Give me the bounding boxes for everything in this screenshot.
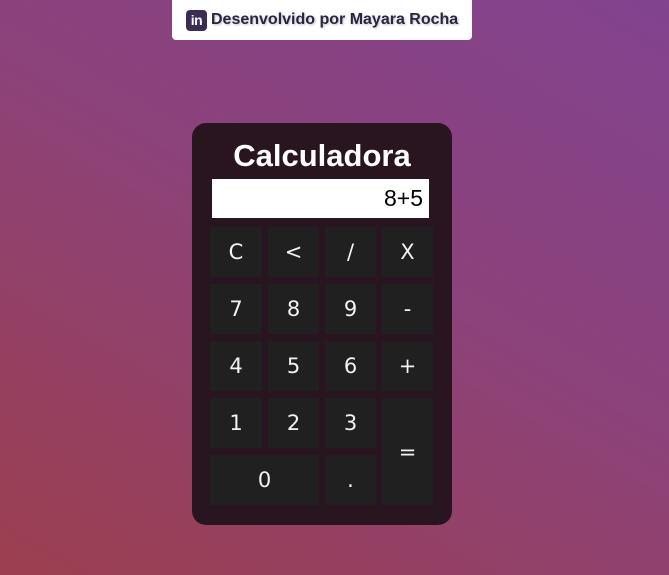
credit-text[interactable]: Desenvolvido por Mayara Rocha — [211, 11, 458, 29]
divide-button[interactable]: / — [325, 227, 376, 277]
key-7-button[interactable]: 7 — [210, 284, 262, 334]
calculator-title: Calculadora — [233, 138, 411, 173]
calculator: Calculadora 8+5 C < / X 7 8 9 - 4 5 6 + … — [192, 123, 452, 525]
plus-button[interactable]: + — [382, 341, 433, 391]
key-6-button[interactable]: 6 — [325, 341, 376, 391]
multiply-button[interactable]: X — [382, 227, 433, 277]
calculator-display: 8+5 — [212, 179, 429, 218]
backspace-button[interactable]: < — [268, 227, 319, 277]
minus-button[interactable]: - — [382, 284, 433, 334]
key-3-button[interactable]: 3 — [325, 398, 376, 448]
key-8-button[interactable]: 8 — [268, 284, 319, 334]
key-4-button[interactable]: 4 — [210, 341, 262, 391]
key-1-button[interactable]: 1 — [210, 398, 262, 448]
clear-button[interactable]: C — [210, 227, 262, 277]
key-0-button[interactable]: 0 — [210, 455, 319, 505]
key-2-button[interactable]: 2 — [268, 398, 319, 448]
key-9-button[interactable]: 9 — [325, 284, 376, 334]
key-5-button[interactable]: 5 — [268, 341, 319, 391]
decimal-button[interactable]: . — [325, 455, 376, 505]
linkedin-icon[interactable]: in — [186, 9, 207, 31]
equals-button[interactable]: = — [382, 398, 433, 505]
credit-banner[interactable]: in Desenvolvido por Mayara Rocha — [172, 0, 472, 40]
